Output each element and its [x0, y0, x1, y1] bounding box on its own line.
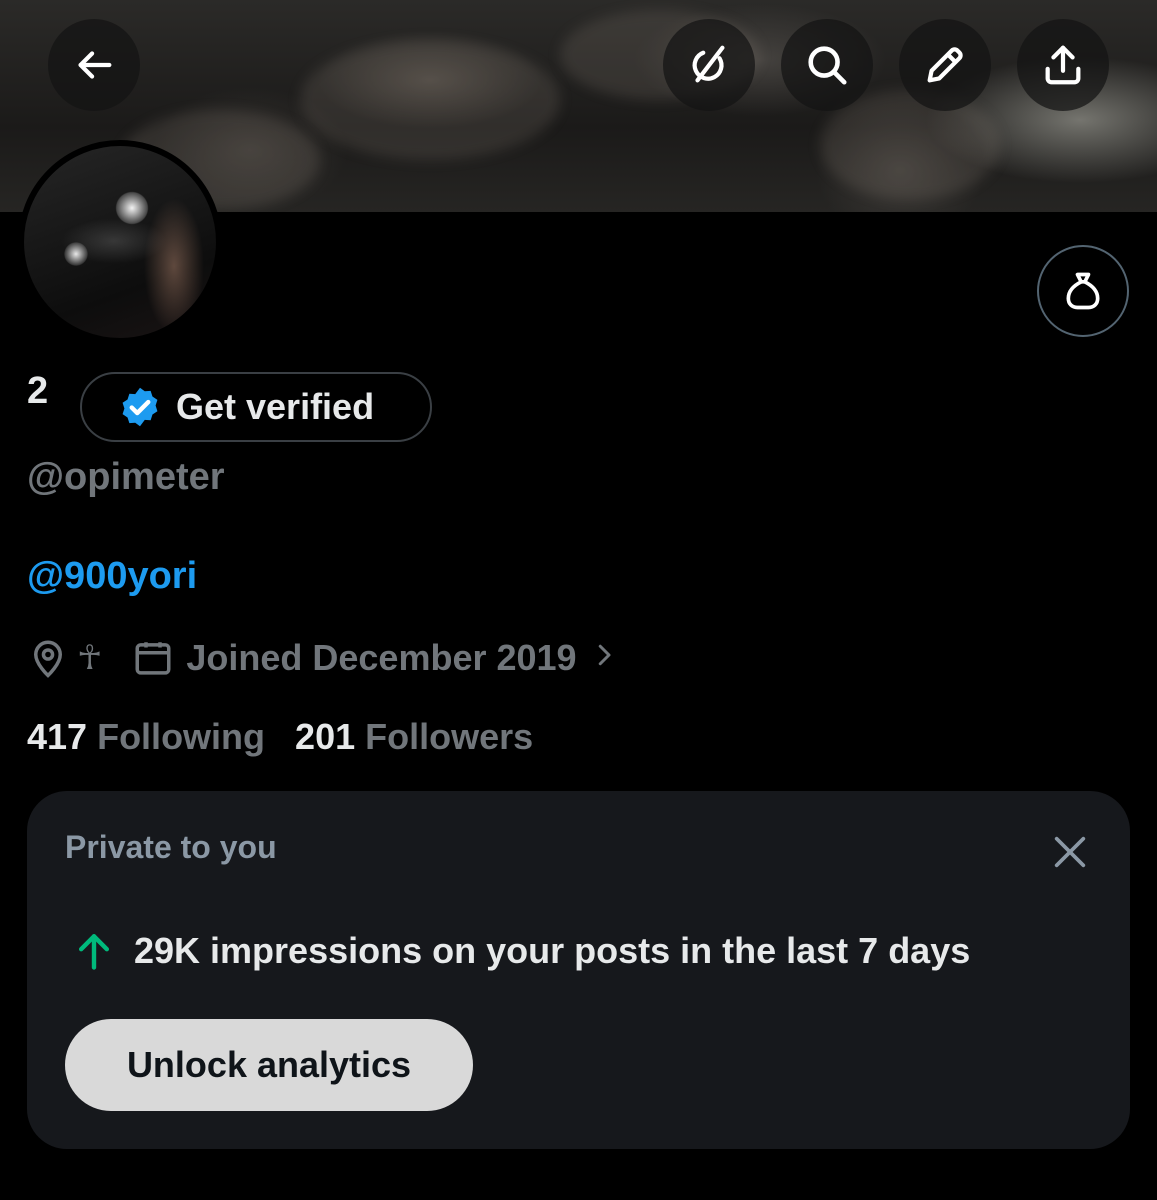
close-button[interactable] — [1045, 827, 1095, 877]
following-link[interactable]: 417 Following — [27, 716, 265, 758]
arrow-up-icon — [78, 934, 110, 970]
display-name: 2 — [27, 370, 49, 412]
followers-label: Followers — [365, 716, 534, 757]
back-button[interactable] — [48, 19, 140, 111]
impressions-row: 29K impressions on your posts in the las… — [72, 929, 970, 973]
get-verified-button[interactable]: Get verified — [80, 372, 432, 442]
bio-mention-link[interactable]: @900yori — [27, 555, 197, 598]
unlock-analytics-button[interactable]: Unlock analytics — [65, 1019, 473, 1111]
search-icon — [808, 46, 847, 85]
chevron-right-icon[interactable] — [589, 637, 619, 679]
share-icon — [1045, 45, 1081, 85]
joined-date[interactable]: Joined December 2019 — [186, 637, 576, 679]
edit-pencil-icon — [927, 47, 963, 83]
following-count: 417 — [27, 716, 88, 757]
search-button[interactable] — [781, 19, 873, 111]
followers-count: 201 — [295, 716, 356, 757]
avatar[interactable] — [18, 140, 222, 344]
calendar-icon — [135, 642, 171, 675]
location-pin-icon — [33, 640, 63, 678]
verified-badge-icon — [122, 387, 158, 427]
card-title: Private to you — [65, 829, 277, 865]
edit-profile-button[interactable] — [899, 19, 991, 111]
follow-stats: 417 Following 201 Followers — [27, 716, 533, 758]
money-bag-button[interactable] — [1037, 245, 1129, 337]
user-handle: @opimeter — [27, 456, 225, 498]
share-button[interactable] — [1017, 19, 1109, 111]
money-bag-icon — [1066, 272, 1100, 310]
grok-button[interactable] — [663, 19, 755, 111]
profile-meta: ☥ Joined December 2019 — [27, 632, 619, 684]
get-verified-label: Get verified — [176, 386, 375, 427]
location-text: ☥ — [77, 639, 103, 677]
grok-icon — [692, 45, 725, 83]
close-icon — [1054, 836, 1086, 868]
impressions-text: 29K impressions on your posts in the las… — [134, 930, 971, 971]
followers-link[interactable]: 201 Followers — [295, 716, 533, 758]
following-label: Following — [97, 716, 266, 757]
analytics-card: Private to you 29K impressions on your p… — [27, 791, 1130, 1149]
arrow-left-icon — [78, 51, 112, 79]
